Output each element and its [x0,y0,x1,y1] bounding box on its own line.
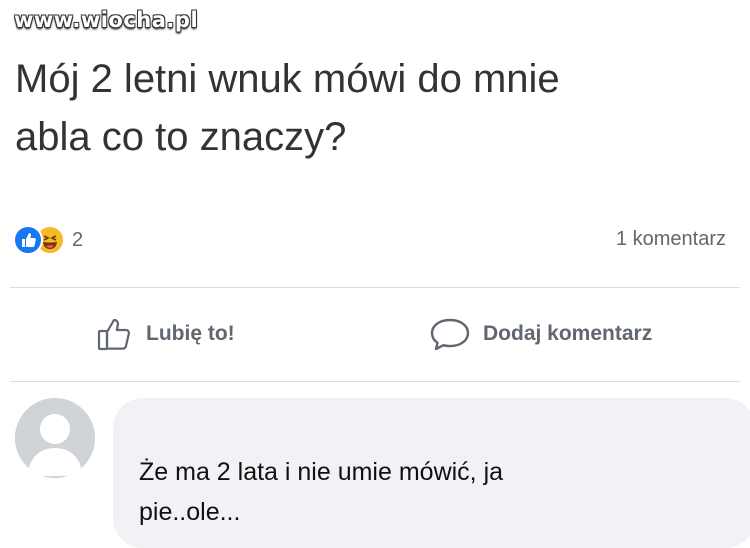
comment-bubble: Że ma 2 lata i nie umie mówić, ja pie..o… [113,398,750,548]
like-reaction-icon [13,225,43,255]
post-text-line-2: abla co to znaczy? [15,115,347,159]
comment-text-line-1: Że ma 2 lata i nie umie mówić, ja [139,458,504,486]
watermark: www.wiocha.pl [14,8,199,32]
comment-text: Że ma 2 lata i nie umie mówić, ja pie..o… [139,452,699,532]
reaction-count: 2 [72,228,84,251]
comment-bubble-icon [430,318,470,351]
post-text: Mój 2 letni wnuk mówi do mnie abla co to… [15,50,735,166]
reactions-summary[interactable]: 2 [13,223,83,257]
commenter-avatar[interactable] [15,398,95,478]
add-comment-label: Dodaj komentarz [483,322,653,345]
like-button-label: Lubię to! [146,322,235,345]
post-text-line-1: Mój 2 letni wnuk mówi do mnie [15,57,560,101]
thumbs-up-icon [97,318,131,351]
default-avatar-icon [15,398,95,478]
divider-bottom [10,381,740,382]
comment-count-link[interactable]: 1 komentarz [616,228,726,251]
divider-top [10,287,740,288]
like-button[interactable]: Lubię to! [96,312,235,356]
comment-text-line-2: pie..ole... [139,498,241,526]
add-comment-button[interactable]: Dodaj komentarz [429,312,652,356]
